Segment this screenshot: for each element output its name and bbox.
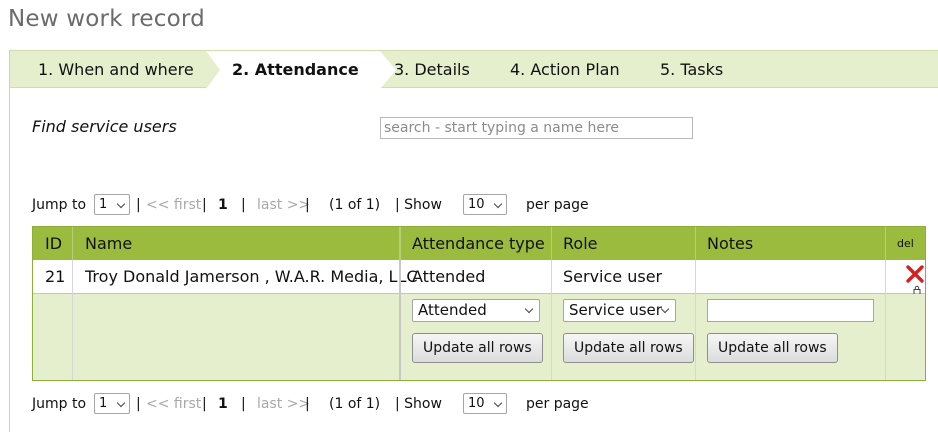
update-all-role-button[interactable]: Update all rows xyxy=(563,333,694,363)
col-header-role[interactable]: Role xyxy=(563,227,597,260)
show-label: | Show xyxy=(395,396,442,412)
pager-separator: | xyxy=(202,197,207,213)
step-divider xyxy=(206,51,220,89)
jump-to-label: Jump to xyxy=(32,197,87,213)
pager-separator: | xyxy=(305,396,310,412)
row-attendance-type: Attended xyxy=(412,267,486,286)
last-page-link[interactable]: last >> xyxy=(257,393,310,415)
col-header-notes[interactable]: Notes xyxy=(707,227,753,260)
chevron-down-icon xyxy=(493,199,503,209)
page-title: New work record xyxy=(8,6,205,32)
col-header-name[interactable]: Name xyxy=(85,227,132,260)
step-tasks[interactable]: 5. Tasks xyxy=(660,51,723,88)
per-page-label: per page xyxy=(526,197,589,213)
row-name: Troy Donald Jamerson , W.A.R. Media, LLC xyxy=(85,267,418,286)
chevron-down-icon xyxy=(116,199,126,209)
table-header: ID Name Attendance type Role Notes del xyxy=(33,227,925,260)
find-service-users-label: Find service users xyxy=(32,117,177,136)
row-role: Service user xyxy=(563,267,663,286)
first-page-link[interactable]: << first xyxy=(146,194,201,216)
jump-to-select[interactable]: 1 xyxy=(94,393,130,414)
pager-separator: | xyxy=(136,197,141,213)
chevron-down-icon xyxy=(116,398,126,408)
bulk-notes-input[interactable] xyxy=(707,299,874,322)
pager-separator: | xyxy=(202,396,207,412)
chevron-down-icon xyxy=(524,304,534,314)
pager-top: Jump to 1 | << first | 1 | last >> | (1 … xyxy=(32,194,632,216)
search-input[interactable] xyxy=(380,117,693,139)
current-page: 1 xyxy=(218,197,228,213)
jump-to-select[interactable]: 1 xyxy=(94,194,130,215)
pager-separator: | xyxy=(241,197,246,213)
show-label: | Show xyxy=(395,197,442,213)
delete-x-icon[interactable] xyxy=(905,264,925,284)
step-when-and-where[interactable]: 1. When and where xyxy=(38,51,194,88)
bulk-attendance-select[interactable]: Attended xyxy=(412,299,540,322)
step-details[interactable]: 3. Details xyxy=(394,51,470,88)
update-all-notes-button[interactable]: Update all rows xyxy=(707,333,838,363)
update-all-attendance-button[interactable]: Update all rows xyxy=(412,333,543,363)
page-info: (1 of 1) xyxy=(329,396,381,412)
chevron-down-icon xyxy=(493,398,503,408)
pager-separator: | xyxy=(241,396,246,412)
chevron-down-icon xyxy=(660,304,670,314)
first-page-link[interactable]: << first xyxy=(146,393,201,415)
attendance-table: ID Name Attendance type Role Notes del 2… xyxy=(32,226,926,381)
page-info: (1 of 1) xyxy=(329,197,381,213)
col-header-attendance-type[interactable]: Attendance type xyxy=(412,227,545,260)
pager-separator: | xyxy=(136,396,141,412)
jump-to-label: Jump to xyxy=(32,396,87,412)
bulk-update-row: Attended Update all rows Service user Up… xyxy=(33,294,925,380)
col-header-del: del xyxy=(897,237,914,250)
col-header-id[interactable]: ID xyxy=(45,227,62,260)
last-page-link[interactable]: last >> xyxy=(257,194,310,216)
table-row[interactable]: 21 Troy Donald Jamerson , W.A.R. Media, … xyxy=(33,260,925,295)
step-action-plan[interactable]: 4. Action Plan xyxy=(510,51,620,88)
row-id: 21 xyxy=(45,267,66,286)
per-page-select[interactable]: 10 xyxy=(463,393,507,414)
per-page-select[interactable]: 10 xyxy=(463,194,507,215)
per-page-label: per page xyxy=(526,396,589,412)
bulk-role-select[interactable]: Service user xyxy=(563,299,676,322)
current-page: 1 xyxy=(218,396,228,412)
pager-separator: | xyxy=(305,197,310,213)
wizard-steps: 1. When and where 2. Attendance 3. Detai… xyxy=(10,50,938,89)
pager-bottom: Jump to 1 | << first | 1 | last >> | (1 … xyxy=(32,393,632,415)
step-attendance[interactable]: 2. Attendance xyxy=(220,51,380,88)
